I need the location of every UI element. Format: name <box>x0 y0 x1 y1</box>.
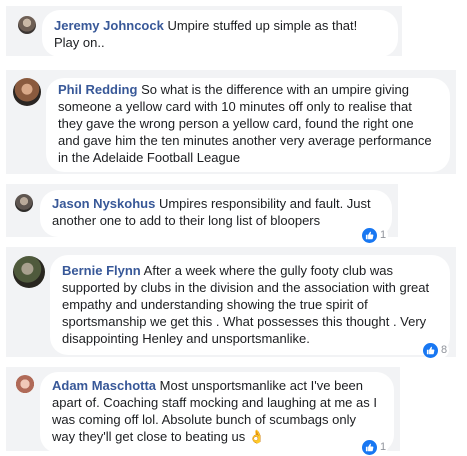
comment-bubble: Adam Maschotta Most unsportsmanlike act … <box>40 372 394 453</box>
comment-bubble: Bernie Flynn After a week where the gull… <box>50 255 450 355</box>
reaction-summary[interactable]: 1 <box>362 227 389 243</box>
reaction-summary[interactable]: 8 <box>423 342 450 358</box>
ok-hand-emoji-icon: 👌 <box>248 429 266 444</box>
comment-author[interactable]: Jeremy Johncock <box>54 18 164 33</box>
like-thumbs-up-icon <box>423 342 438 358</box>
like-thumbs-up-icon <box>362 439 377 455</box>
user-avatar-icon[interactable] <box>13 78 41 106</box>
comment-bubble: Jeremy Johncock Umpire stuffed up simple… <box>42 10 398 57</box>
user-avatar-icon[interactable] <box>15 194 33 212</box>
user-avatar-icon[interactable] <box>18 16 36 34</box>
reaction-count: 1 <box>380 440 387 453</box>
comment-author[interactable]: Adam Maschotta <box>52 378 156 393</box>
reaction-count: 8 <box>441 343 448 356</box>
like-thumbs-up-icon <box>362 227 377 243</box>
user-avatar-icon[interactable] <box>15 375 35 395</box>
reaction-summary[interactable]: 1 <box>362 439 389 455</box>
comment-author[interactable]: Jason Nyskohus <box>52 196 155 211</box>
user-avatar-icon[interactable] <box>13 256 45 288</box>
comment-author[interactable]: Bernie Flynn <box>62 263 141 278</box>
comment-bubble: Jason Nyskohus Umpires responsibility an… <box>40 190 392 237</box>
comment-bubble: Phil Redding So what is the difference w… <box>46 78 450 172</box>
reaction-count: 1 <box>380 228 387 241</box>
comment-author[interactable]: Phil Redding <box>58 82 137 97</box>
